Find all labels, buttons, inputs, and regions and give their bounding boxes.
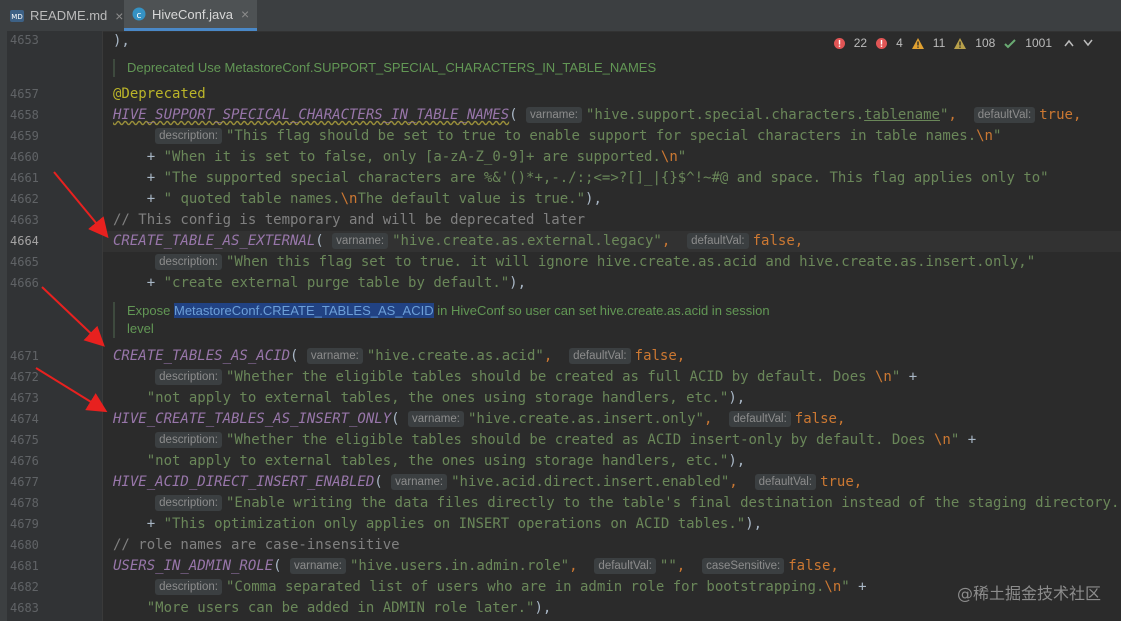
- watermark: @稀土掘金技术社区: [956, 584, 1101, 603]
- red-arrow: [41, 286, 105, 347]
- annotation-arrows: [35, 171, 109, 413]
- red-arrow: [35, 367, 108, 413]
- red-arrow: [53, 171, 109, 239]
